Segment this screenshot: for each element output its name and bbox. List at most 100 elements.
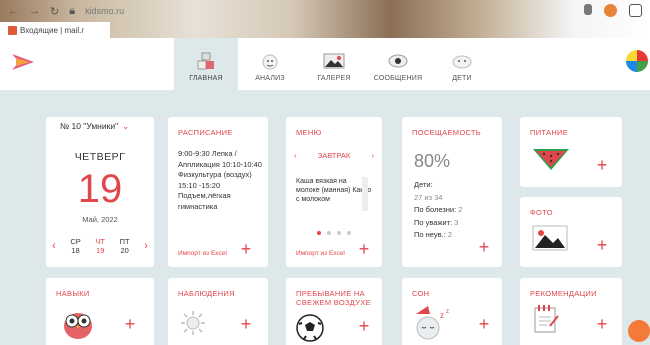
- logo-icon[interactable]: [10, 52, 36, 72]
- photo-icon: [532, 225, 568, 251]
- weekday-label: ЧЕТВЕРГ: [74, 151, 126, 163]
- kindergarten-avatar[interactable]: [624, 48, 650, 74]
- soccer-ball-icon: [296, 314, 324, 342]
- analysis-icon: [259, 52, 281, 70]
- calendar-card: № 10 "Умники" ⌄ ЧЕТВЕРГ 19 Май, 2022 ‹ СР…: [46, 117, 154, 267]
- chat-bubble-icon[interactable]: [628, 320, 650, 342]
- menu-add-button[interactable]: +: [356, 240, 372, 258]
- chevron-down-icon: ⌄: [122, 121, 130, 131]
- sleep-title: СОН: [412, 289, 430, 298]
- observations-title: НАБЛЮДЕНИЯ: [178, 289, 235, 298]
- next-meal-icon[interactable]: ›: [372, 151, 375, 160]
- back-icon[interactable]: ←: [8, 5, 19, 17]
- notepad-icon: [534, 305, 559, 333]
- attendance-details: Дети: 27 из 34 По болезни: 2 По уважит: …: [414, 179, 494, 242]
- children-value: 27 из 34: [414, 192, 443, 202]
- sun-icon: [181, 311, 205, 335]
- tab-gallery-label: ГАЛЕРЕЯ: [317, 75, 351, 82]
- schedule-title: РАСПИСАНИЕ: [178, 128, 233, 137]
- skills-card: НАВЫКИ +: [46, 278, 154, 345]
- menu-title: МЕНЮ: [296, 128, 322, 137]
- attendance-card: ПОСЕЩАЕМОСТЬ 80% Дети: 27 из 34 По болез…: [402, 117, 502, 267]
- mail-icon: [8, 25, 17, 35]
- week-strip: ‹ СР 18 ЧТ 19 ПТ 20 ›: [52, 237, 148, 255]
- skills-add-button[interactable]: +: [122, 315, 138, 333]
- svg-text:z: z: [446, 309, 449, 315]
- sleep-add-button[interactable]: +: [476, 315, 492, 333]
- photo-title: ФОТО: [530, 208, 553, 217]
- gallery-icon: [323, 52, 345, 70]
- menu-scrollbar[interactable]: [362, 177, 368, 211]
- day-number: 19: [77, 167, 123, 211]
- menu-card: МЕНЮ ‹ ЗАВТРАК › Каша вязкая на молоке (…: [286, 117, 382, 267]
- valid-count: 3: [454, 217, 459, 227]
- outdoor-add-button[interactable]: +: [356, 317, 372, 335]
- schedule-add-button[interactable]: +: [238, 240, 254, 258]
- nutrition-add-button[interactable]: +: [594, 156, 610, 174]
- tab-children-label: ДЕТИ: [452, 75, 472, 82]
- skills-title: НАВЫКИ: [56, 289, 90, 298]
- prev-meal-icon[interactable]: ‹: [294, 151, 297, 160]
- group-select[interactable]: № 10 "Умники" ⌄: [60, 121, 129, 132]
- outdoor-title: ПРЕБЫВАНИЕ НА СВЕЖЕМ ВОЗДУХЕ: [296, 289, 371, 307]
- schedule-card: РАСПИСАНИЕ 9:00-9:30 Лепка / Аппликация …: [168, 117, 268, 267]
- next-day-icon[interactable]: ›: [144, 240, 148, 252]
- reload-icon[interactable]: ↻: [50, 5, 59, 18]
- menu-items[interactable]: Каша вязкая на молоке (манная) Какао с м…: [296, 177, 372, 211]
- pager-dot-active[interactable]: [317, 231, 321, 235]
- owl-icon: [64, 313, 92, 339]
- schedule-text: 9:00-9:30 Лепка / Аппликация 10:10-10:40…: [178, 149, 262, 211]
- photo-card: ФОТО +: [520, 197, 622, 267]
- extension-icon[interactable]: [604, 4, 617, 17]
- children-label: Дети:: [414, 180, 433, 189]
- meal-label: ЗАВТРАК: [317, 151, 351, 160]
- recommendations-card: РЕКОМЕНДАЦИИ +: [520, 278, 622, 345]
- attendance-add-button[interactable]: +: [476, 238, 492, 256]
- schedule-import-link[interactable]: Импорт из Excel: [178, 250, 227, 257]
- tab-main-label: ГЛАВНАЯ: [189, 75, 223, 82]
- nutrition-card: ПИТАНИЕ +: [520, 117, 622, 187]
- outdoor-card: ПРЕБЫВАНИЕ НА СВЕЖЕМ ВОЗДУХЕ +: [286, 278, 382, 345]
- menu-import-link[interactable]: Импорт из Excel: [296, 250, 345, 257]
- invalid-count: 2: [447, 230, 453, 239]
- group-select-value: № 10 "Умники": [60, 121, 119, 131]
- week-day[interactable]: СР 18: [70, 237, 80, 255]
- week-day[interactable]: ПТ 20: [120, 237, 130, 255]
- app-header: ГЛАВНАЯ АНАЛИЗ ГАЛЕРЕЯ СООБЩЕНИЯ ДЕТИ: [0, 38, 650, 90]
- tab-analysis-label: АНАЛИЗ: [255, 75, 285, 82]
- bookmark-label: Входящие | mail.r: [20, 25, 85, 35]
- children-icon: [451, 52, 473, 70]
- observations-add-button[interactable]: +: [238, 315, 254, 333]
- tab-messages-label: СООБЩЕНИЯ: [373, 75, 423, 82]
- recommendations-title: РЕКОМЕНДАЦИИ: [530, 289, 597, 298]
- prev-day-icon[interactable]: ‹: [52, 240, 56, 252]
- tab-children[interactable]: ДЕТИ: [430, 38, 494, 90]
- pager-dot[interactable]: [337, 231, 341, 235]
- messages-icon: [387, 52, 409, 70]
- nutrition-title: ПИТАНИЕ: [530, 128, 569, 137]
- bookmark-mail[interactable]: Входящие | mail.r: [0, 22, 110, 38]
- lock-icon: 🔒︎: [69, 4, 76, 17]
- forward-icon[interactable]: →: [29, 5, 40, 17]
- watermelon-icon: [533, 149, 569, 170]
- pager-dot[interactable]: [347, 231, 351, 235]
- tab-messages[interactable]: СООБЩЕНИЯ: [366, 38, 430, 90]
- attendance-percent: 80%: [414, 151, 451, 171]
- svg-text:z: z: [440, 311, 444, 320]
- menu-pager: [286, 231, 382, 235]
- tab-analysis[interactable]: АНАЛИЗ: [238, 38, 302, 90]
- recommendations-add-button[interactable]: +: [594, 315, 610, 333]
- sleep-card: СОН z z +: [402, 278, 502, 345]
- pager-dot[interactable]: [327, 231, 331, 235]
- meal-selector: ‹ ЗАВТРАК ›: [286, 151, 382, 160]
- bookmark-star-icon[interactable]: [584, 4, 592, 15]
- tab-gallery[interactable]: ГАЛЕРЕЯ: [302, 38, 366, 90]
- photo-add-button[interactable]: +: [594, 236, 610, 254]
- attendance-title: ПОСЕЩАЕМОСТЬ: [412, 128, 482, 137]
- share-icon[interactable]: [629, 4, 642, 17]
- week-day-current[interactable]: ЧТ 19: [95, 237, 105, 255]
- month-label: Май, 2022: [82, 215, 118, 224]
- url-text[interactable]: kidsmo.ru: [85, 6, 124, 16]
- tab-main[interactable]: ГЛАВНАЯ: [174, 38, 238, 90]
- observations-card: НАБЛЮДЕНИЯ +: [168, 278, 268, 345]
